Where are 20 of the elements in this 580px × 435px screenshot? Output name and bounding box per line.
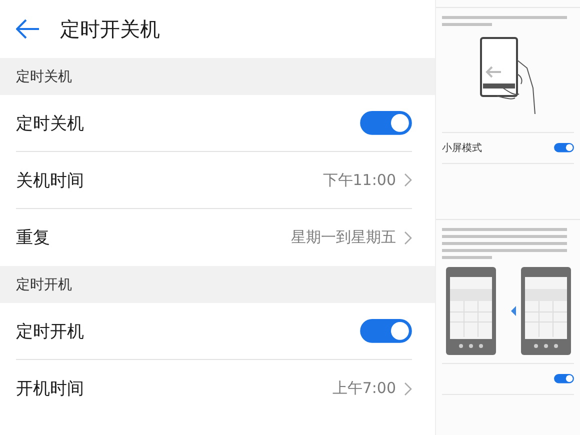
toggle-switch[interactable] (554, 143, 574, 153)
setting-label: 重复 (16, 227, 50, 249)
toggle-switch[interactable] (360, 111, 412, 135)
setting-label: 关机时间 (16, 170, 84, 192)
setting-label: 小屏模式 (442, 142, 482, 155)
setting-value[interactable]: 星期一到星期五 (291, 228, 396, 247)
setting-value[interactable]: 下午11:00 (322, 170, 396, 190)
page-title: 定时开关机 (60, 16, 160, 42)
section-header: 定时关机 (0, 58, 435, 95)
setting-value[interactable]: 上午7:00 (332, 379, 396, 398)
setting-label: 定时开机 (16, 320, 84, 342)
back-arrow-icon[interactable] (16, 19, 40, 39)
toggle-switch[interactable] (360, 319, 412, 343)
setting-label: 定时关机 (16, 112, 84, 134)
chevron-right-icon (404, 382, 412, 396)
chevron-right-icon (404, 173, 412, 187)
setting-label: 开机时间 (16, 378, 84, 400)
toggle-switch[interactable] (554, 374, 574, 384)
section-header: 定时开机 (0, 266, 435, 303)
chevron-right-icon (404, 230, 412, 244)
